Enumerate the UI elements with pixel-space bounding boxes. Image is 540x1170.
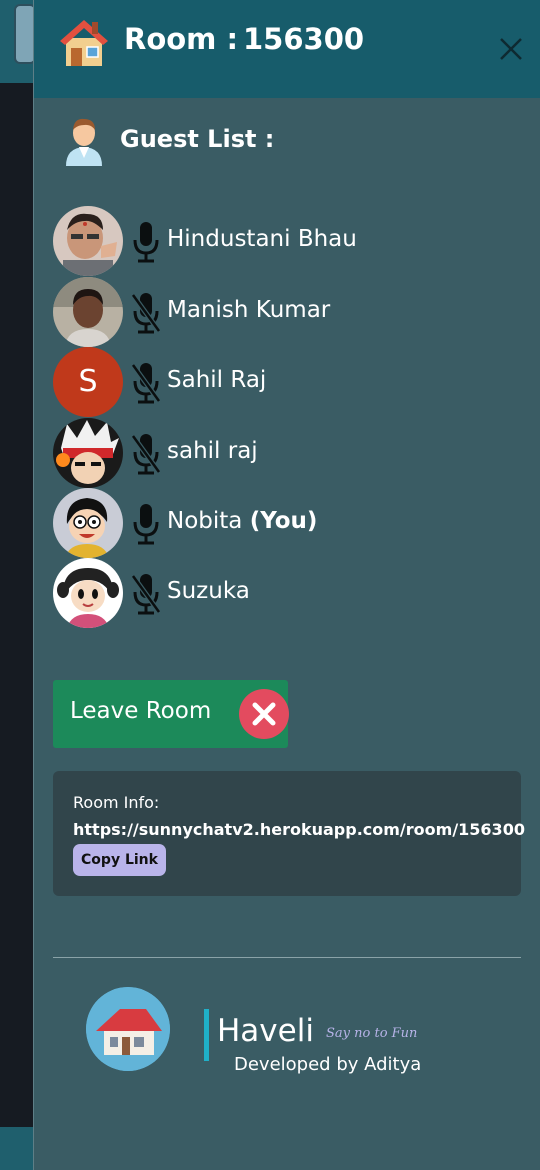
- guest-row: Hindustani Bhau: [53, 206, 473, 276]
- guest-name: Manish Kumar: [167, 297, 330, 323]
- guest-avatar: [53, 418, 123, 488]
- guest-avatar: [53, 558, 123, 628]
- room-info-label: Room Info:: [73, 793, 160, 812]
- background-page: [0, 0, 36, 1170]
- room-url: https://sunnychatv2.herokuapp.com/room/1…: [73, 820, 525, 839]
- mic-on-icon[interactable]: [131, 220, 161, 264]
- house-logo-icon: [86, 987, 170, 1071]
- divider: [53, 957, 521, 958]
- close-icon[interactable]: [496, 34, 526, 64]
- guest-name: Sahil Raj: [167, 367, 266, 393]
- guest-name-text: Nobita: [167, 508, 243, 534]
- guest-row: Suzuka: [53, 558, 473, 628]
- guest-name: Hindustani Bhau: [167, 226, 357, 252]
- guest-avatar-letter: S: [53, 347, 123, 417]
- mic-off-icon[interactable]: [131, 572, 161, 616]
- developer-credit: Developed by Aditya: [234, 1054, 422, 1075]
- copy-link-button[interactable]: Copy Link: [73, 844, 166, 876]
- guest-name-text: Manish Kumar: [167, 297, 331, 323]
- brand-tagline: Say no to Fun: [326, 1026, 418, 1041]
- guest-list-title: Guest List :: [120, 125, 275, 153]
- guest-avatar: [53, 277, 123, 347]
- leave-room-button[interactable]: Leave Room: [53, 680, 289, 748]
- mic-off-icon[interactable]: [131, 361, 161, 405]
- background-footer: [0, 1127, 33, 1170]
- guest-name: Suzuka: [167, 578, 250, 604]
- guest-name: sahil raj: [167, 438, 258, 464]
- brand-name: Haveli: [217, 1013, 314, 1049]
- guest-row: Nobita (You): [53, 488, 473, 558]
- guest-name: Nobita (You): [167, 508, 317, 534]
- room-id: 156300: [243, 22, 365, 56]
- brand-accent-bar: [204, 1009, 209, 1061]
- guest-name-text: Hindustani Bhau: [167, 226, 357, 252]
- guest-row: Manish Kumar: [53, 277, 473, 347]
- mic-on-icon[interactable]: [131, 502, 161, 546]
- guest-name-text: sahil raj: [167, 438, 258, 464]
- mic-off-icon[interactable]: [131, 291, 161, 335]
- mic-off-icon[interactable]: [131, 432, 161, 476]
- leave-room-label: Leave Room: [70, 698, 212, 724]
- guest-avatar: [53, 206, 123, 276]
- house-icon: [60, 20, 108, 66]
- room-title-label: Room :: [124, 22, 239, 56]
- guest-row: sahil raj: [53, 418, 473, 488]
- person-icon: [66, 118, 102, 166]
- room-side-panel: Room : 156300 Guest List : Hindustani Bh…: [33, 0, 540, 1170]
- avatar-letter: S: [78, 364, 98, 399]
- x-circle-icon: [239, 689, 289, 739]
- guest-name-text: Suzuka: [167, 578, 250, 604]
- guest-avatar: [53, 488, 123, 558]
- room-info-box: Room Info: https://sunnychatv2.herokuapp…: [53, 771, 525, 896]
- panel-header: Room : 156300: [34, 0, 540, 98]
- guest-row: S Sahil Raj: [53, 347, 473, 417]
- you-tag: (You): [249, 508, 318, 534]
- guest-name-text: Sahil Raj: [167, 367, 267, 393]
